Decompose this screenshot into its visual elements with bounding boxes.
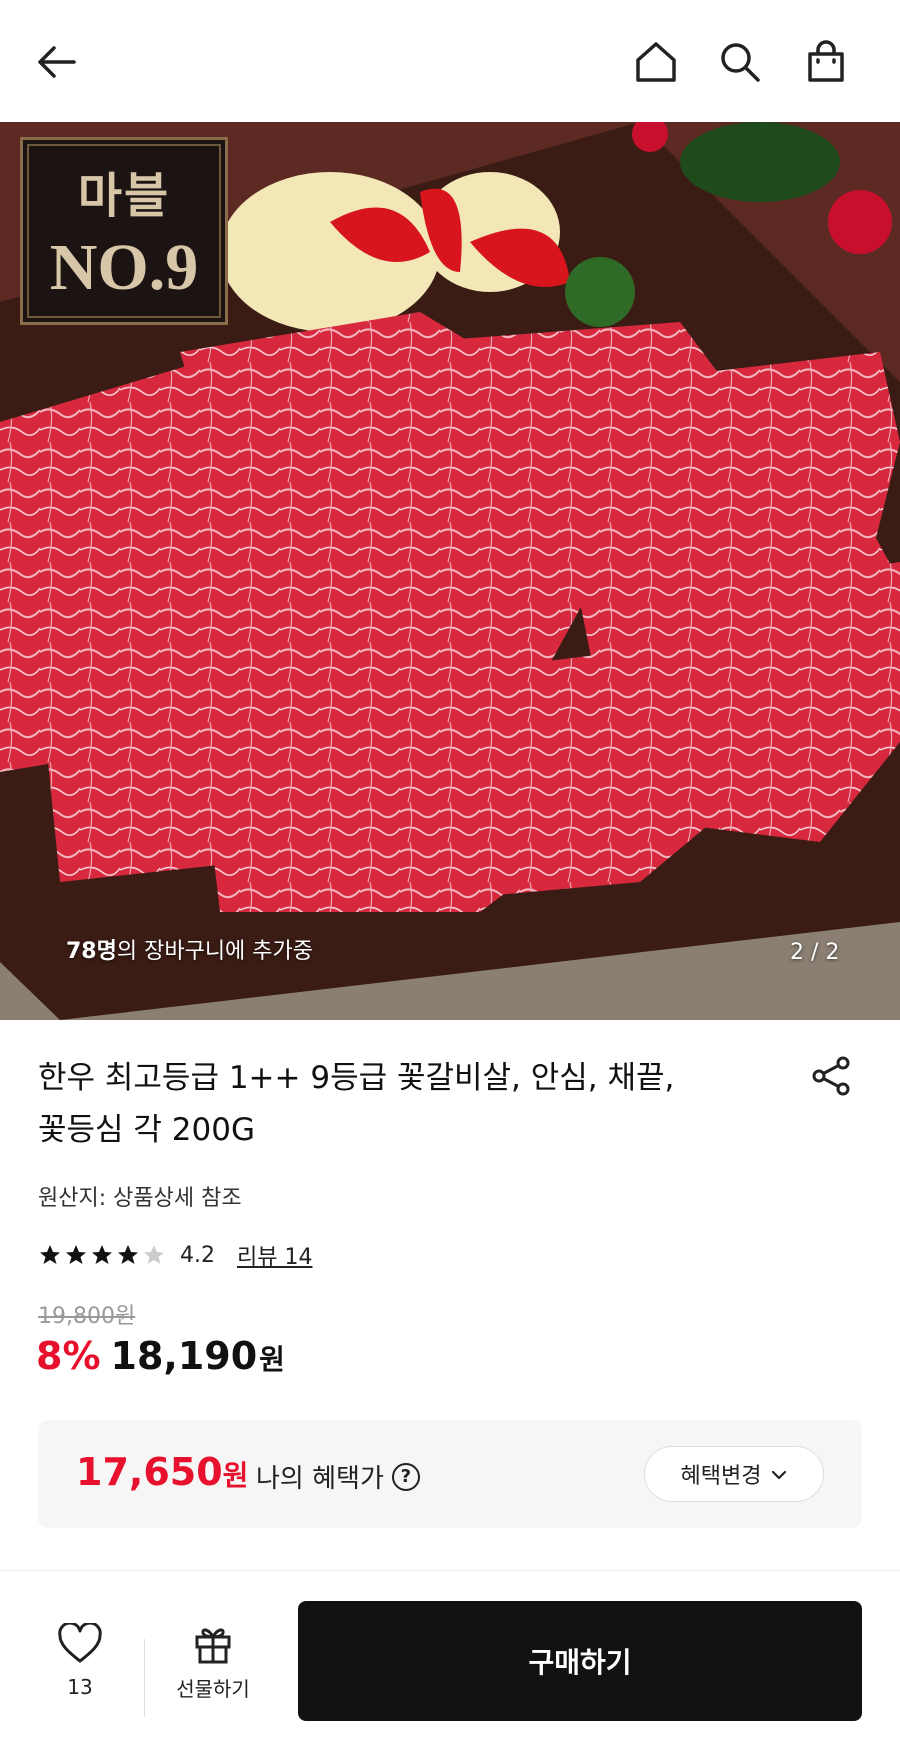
sale-price: 18,190 [110,1334,258,1378]
cart-added-count: 78명의 장바구니에 추가중 [66,933,313,965]
search-button[interactable] [710,32,770,92]
star-filled-icon [118,1245,138,1264]
star-empty-icon [144,1245,164,1264]
rating-row: 4.2 리뷰 14 [38,1240,312,1270]
badge-line-1: 마블 [77,168,171,224]
divider [144,1639,145,1717]
price-row: 8% 18,190 원 [36,1334,285,1378]
cart-button[interactable] [796,32,856,92]
like-count: 13 [67,1675,93,1699]
share-icon [812,1056,850,1096]
home-button[interactable] [626,32,686,92]
benefit-label: 나의 혜택가 ? [256,1458,420,1495]
shopping-bag-icon [808,40,844,82]
currency-unit: 원 [259,1343,285,1376]
buy-button[interactable]: 구매하기 [298,1601,862,1721]
benefit-price: 17,650원 [76,1450,248,1494]
image-index: 2 / 2 [790,940,840,965]
like-button[interactable]: 13 [40,1623,120,1733]
bottom-action-bar: 13 선물하기 구매하기 [0,1570,900,1751]
change-benefit-button[interactable]: 혜택변경 [644,1446,824,1502]
product-title-line-1: 한우 최고등급 1++ 9등급 꽃갈비살, 안심, 채끝, [38,1060,675,1096]
origin-info: 원산지: 상품상세 참조 [38,1186,242,1211]
benefit-label-text: 나의 혜택가 [256,1464,384,1494]
product-image-carousel[interactable]: 마블 NO.9 [0,122,900,1020]
discount-rate: 8% [36,1334,101,1378]
benefit-currency: 원 [222,1459,249,1492]
original-price: 19,800원 [38,1304,136,1329]
change-benefit-label: 혜택변경 [680,1464,762,1489]
chevron-down-icon [771,1465,787,1484]
cart-count-text: 의 장바구니에 추가중 [116,939,314,964]
product-title: 한우 최고등급 1++ 9등급 꽃갈비살, 안심, 채끝, 꽃등심 각 200G [38,1052,778,1156]
benefit-box: 17,650원 나의 혜택가 ? 혜택변경 [38,1420,862,1528]
brand-badge: 마블 NO.9 [20,137,228,325]
rating-value: 4.2 [180,1242,215,1268]
star-filled-icon [40,1245,60,1264]
gift-label: 선물하기 [176,1677,250,1701]
share-button[interactable] [806,1050,858,1102]
top-bar [0,0,900,122]
heart-icon [58,1623,102,1663]
star-filled-icon [66,1245,86,1264]
badge-line-2: NO.9 [49,231,199,304]
search-icon [721,43,760,82]
help-icon[interactable]: ? [391,1462,420,1491]
home-icon [636,42,676,82]
gift-icon [195,1628,231,1664]
product-title-line-2: 꽃등심 각 200G [38,1112,255,1148]
back-button[interactable] [26,32,86,92]
benefit-price-value: 17,650 [76,1450,223,1494]
star-filled-icon [92,1245,112,1264]
cart-count-number: 78명 [66,939,117,964]
review-link[interactable]: 리뷰 14 [237,1239,312,1271]
arrow-left-icon [38,46,76,78]
gift-button[interactable]: 선물하기 [158,1623,268,1733]
rating-stars [38,1243,166,1267]
